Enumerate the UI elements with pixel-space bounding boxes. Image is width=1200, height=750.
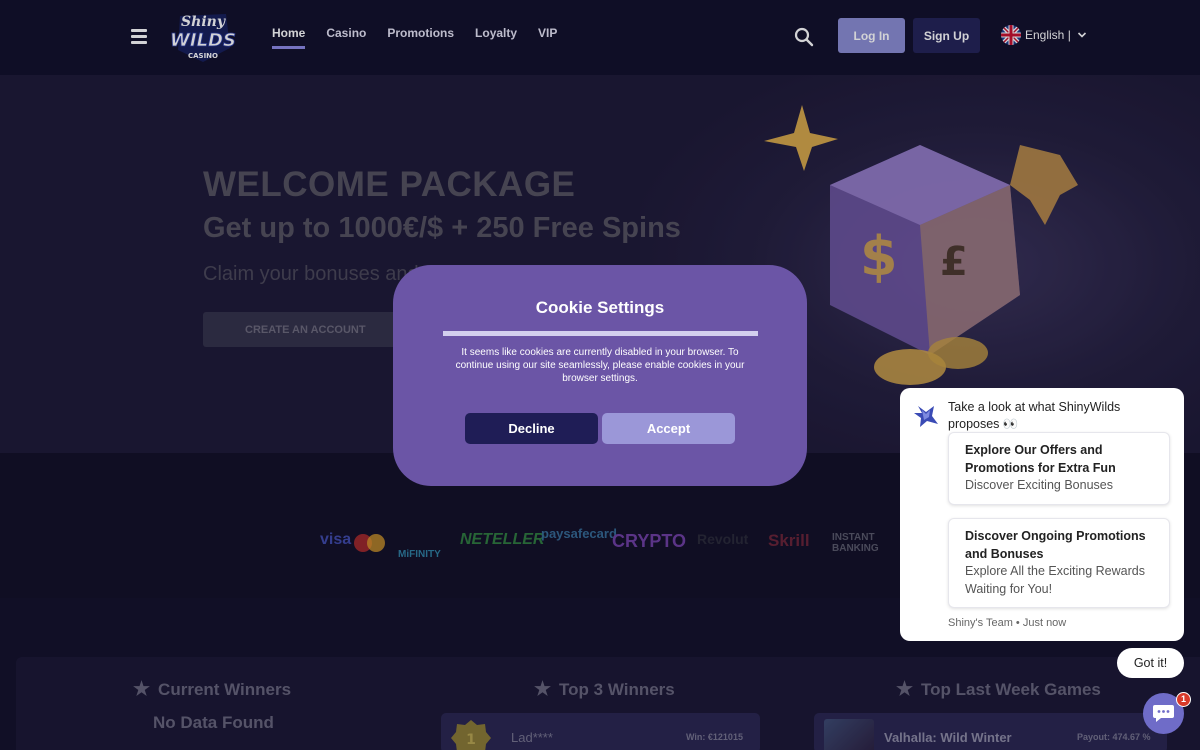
chat-intro-text: Take a look at what ShinyWilds proposes … xyxy=(948,400,1121,431)
chat-option-promotions[interactable]: Discover Ongoing Promotions and Bonuses … xyxy=(948,518,1170,608)
unread-badge: 1 xyxy=(1176,692,1191,707)
chat-option-subtitle: Discover Exciting Bonuses xyxy=(965,478,1113,492)
cookie-settings-modal: Cookie Settings It seems like cookies ar… xyxy=(393,265,807,486)
chat-message-card: Take a look at what ShinyWilds proposes … xyxy=(900,388,1184,641)
chat-bubble-icon xyxy=(1153,705,1174,722)
modal-divider xyxy=(443,331,758,336)
chat-option-subtitle: Explore All the Exciting Rewards Waiting… xyxy=(965,564,1145,596)
chat-option-title: Discover Ongoing Promotions and Bonuses xyxy=(965,529,1146,561)
chat-option-offers[interactable]: Explore Our Offers and Promotions for Ex… xyxy=(948,432,1170,505)
chat-meta: Shiny's Team • Just now xyxy=(948,617,1067,629)
shinywilds-avatar-icon xyxy=(914,406,938,427)
decline-button[interactable]: Decline xyxy=(465,413,598,444)
got-it-button[interactable]: Got it! xyxy=(1117,648,1184,678)
accept-button[interactable]: Accept xyxy=(602,413,735,444)
cookie-modal-title: Cookie Settings xyxy=(535,298,665,317)
chat-option-title: Explore Our Offers and Promotions for Ex… xyxy=(965,443,1116,475)
cookie-modal-text: It seems like cookies are currently disa… xyxy=(455,347,745,384)
